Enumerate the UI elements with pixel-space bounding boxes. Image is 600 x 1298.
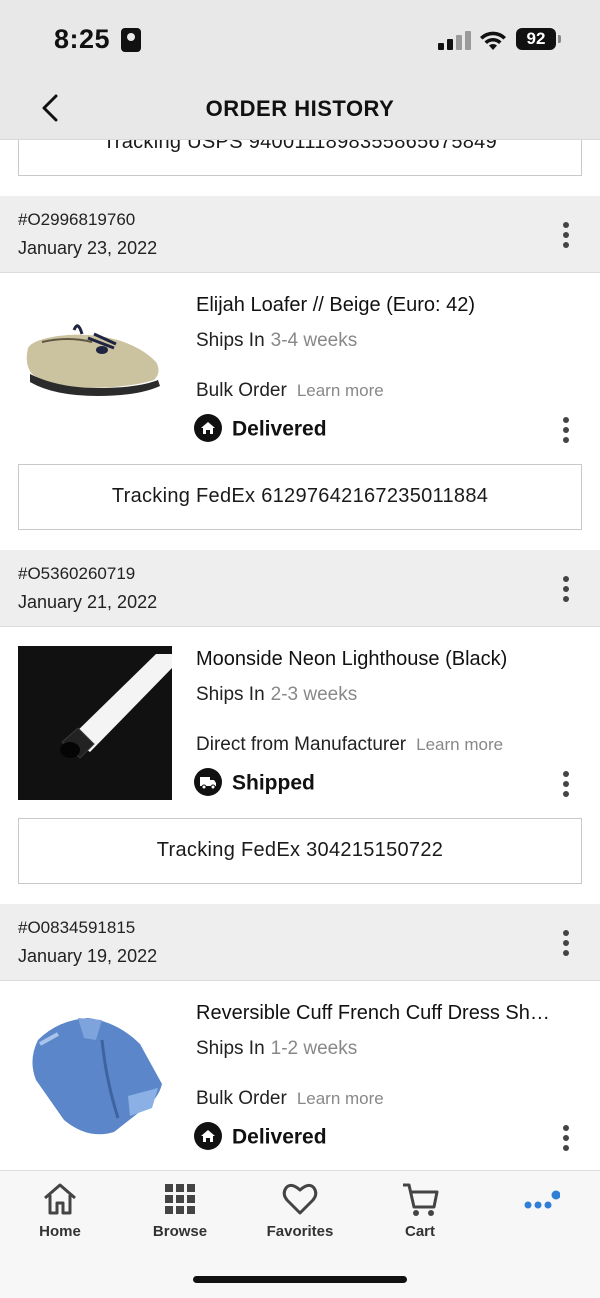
order-header: #O0834591815 January 19, 2022	[0, 904, 600, 981]
learn-more-link[interactable]: Learn more	[297, 381, 384, 400]
order-number: #O0834591815	[18, 918, 136, 937]
order-number: #O2996819760	[18, 210, 136, 229]
item-more-icon[interactable]	[554, 415, 578, 445]
tracking-button[interactable]: Tracking FedEx 612976421672350118‌84	[18, 464, 582, 530]
ships-weeks: 2-3 weeks	[270, 684, 358, 705]
battery-indicator: 92	[516, 28, 561, 50]
navigation-bar: ORDER HISTORY	[0, 80, 600, 140]
method-label: Bulk Order	[196, 1088, 287, 1109]
status-bar: 8:25 92	[0, 0, 600, 80]
truck-icon	[194, 768, 222, 796]
product-name[interactable]: Moonside Neon Lighthouse (Black)	[196, 648, 580, 671]
order-method: Bulk Order Learn more	[196, 380, 384, 402]
cart-icon	[403, 1183, 439, 1216]
home-icon	[194, 414, 222, 442]
learn-more-link[interactable]: Learn more	[297, 1089, 384, 1108]
order-number: #O5360260719	[18, 564, 136, 583]
status-text: Delivered	[232, 1125, 327, 1149]
tab-favorites[interactable]: Favorites	[250, 1179, 350, 1240]
ships-in: Ships In 2-3 weeks	[196, 684, 357, 706]
tab-home[interactable]: Home	[10, 1179, 110, 1240]
tab-cart[interactable]: Cart	[370, 1179, 470, 1240]
grid-icon	[165, 1184, 195, 1214]
delivery-status: Delivered	[194, 414, 327, 444]
ships-in: Ships In 1-2 weeks	[196, 1038, 357, 1060]
status-text: Delivered	[232, 417, 327, 441]
delivery-status: Delivered	[194, 1122, 327, 1152]
tab-label: Browse	[152, 1223, 208, 1240]
tab-label: Home	[39, 1223, 81, 1240]
order-method: Bulk Order Learn more	[196, 1088, 384, 1110]
item-more-icon[interactable]	[554, 769, 578, 799]
tracking-button[interactable]: Tracking FedEx 304215150722	[18, 818, 582, 884]
home-icon	[194, 1122, 222, 1150]
ships-label: Ships In	[196, 1038, 265, 1059]
order-header: #O2996819760 January 23, 2022	[0, 196, 600, 273]
method-label: Bulk Order	[196, 380, 287, 401]
heart-icon	[282, 1183, 318, 1215]
order-date: January 19, 2022	[18, 946, 158, 966]
order-list[interactable]: Tracking USPS 9400111898355865675849 #O2…	[0, 140, 600, 1170]
tracking-button[interactable]: Tracking USPS 9400111898355865675849	[18, 140, 582, 176]
status-text: Shipped	[232, 771, 315, 795]
product-name[interactable]: Elijah Loafer // Beige (Euro: 42)	[196, 294, 580, 317]
focus-person-icon	[121, 28, 141, 52]
cellular-signal-icon	[438, 30, 471, 50]
order-more-icon[interactable]	[554, 220, 578, 250]
order-header: #O5360260719 January 21, 2022	[0, 550, 600, 627]
order-method: Direct from Manufacturer Learn more	[196, 734, 503, 756]
item-more-icon[interactable]	[554, 1123, 578, 1153]
order-more-icon[interactable]	[554, 574, 578, 604]
tab-browse[interactable]: Browse	[130, 1179, 230, 1240]
tab-more[interactable]	[490, 1179, 590, 1223]
status-time: 8:25	[54, 24, 111, 54]
order-date: January 23, 2022	[18, 238, 158, 258]
product-image-lighthouse[interactable]	[18, 646, 172, 800]
more-dots-icon	[524, 1190, 560, 1209]
ships-weeks: 3-4 weeks	[270, 330, 358, 351]
ships-in: Ships In 3-4 weeks	[196, 330, 357, 352]
home-icon	[44, 1183, 76, 1215]
ships-label: Ships In	[196, 330, 265, 351]
learn-more-link[interactable]: Learn more	[416, 735, 503, 754]
wifi-icon	[480, 31, 506, 50]
order-date: January 21, 2022	[18, 592, 158, 612]
product-image-loafer[interactable]	[18, 288, 172, 442]
home-indicator[interactable]	[193, 1276, 407, 1283]
ships-weeks: 1-2 weeks	[270, 1038, 358, 1059]
page-title: ORDER HISTORY	[205, 96, 395, 121]
order-more-icon[interactable]	[554, 928, 578, 958]
product-image-dress-shirt[interactable]	[18, 1000, 172, 1154]
ships-label: Ships In	[196, 684, 265, 705]
delivery-status: Shipped	[194, 768, 315, 798]
method-label: Direct from Manufacturer	[196, 734, 407, 755]
tab-label: Cart	[404, 1223, 435, 1240]
product-name[interactable]: Reversible Cuff French Cuff Dress Sh…	[196, 1002, 580, 1025]
tab-label: Favorites	[266, 1223, 334, 1240]
